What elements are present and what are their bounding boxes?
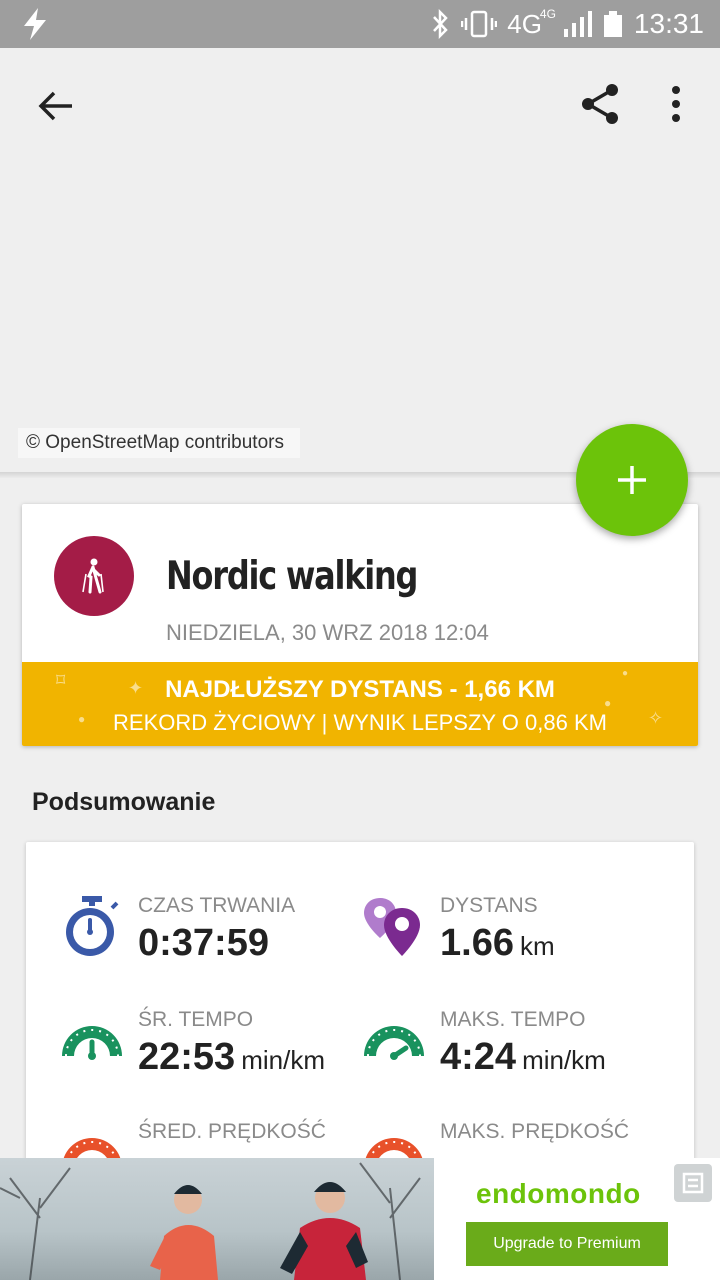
speedometer-icon	[62, 1026, 122, 1060]
location-pins-icon	[364, 898, 420, 956]
more-vert-icon[interactable]	[662, 82, 690, 126]
network-type: 4G 4G	[507, 6, 556, 39]
ad-choices-icon[interactable]	[674, 1164, 712, 1202]
stopwatch-icon	[66, 896, 119, 956]
activity-date: NIEDZIELA, 30 WRZ 2018 12:04	[166, 620, 489, 645]
flash-icon	[24, 8, 46, 40]
activity-title: Nordic walking	[166, 554, 418, 599]
ad-brand-logo[interactable]: endomondo	[476, 1178, 641, 1210]
share-icon[interactable]	[578, 82, 622, 126]
clock: 13:31	[633, 8, 704, 39]
ad-photo[interactable]	[0, 1158, 434, 1280]
speedometer-icon	[364, 1026, 424, 1060]
arrow-back-icon[interactable]	[34, 84, 78, 128]
vibrate-icon	[461, 10, 498, 38]
summary-card: CZAS TRWANIA 0:37:59 DYSTANS 1.66 km ŚR. …	[26, 842, 694, 1172]
activity-card: Nordic walking NIEDZIELA, 30 WRZ 2018 12…	[22, 504, 698, 746]
personal-record-banner[interactable]: ⌑ ✦ ● ● ● ✧ NAJDŁUŻSZY DYSTANS - 1,66 KM…	[22, 662, 698, 746]
battery-icon	[603, 11, 622, 37]
summary-heading: Podsumowanie	[32, 788, 216, 816]
record-detail: REKORD ŻYCIOWY | WYNIK LEPSZY O 0,86 KM	[113, 710, 607, 735]
add-fab-button[interactable]	[576, 424, 688, 536]
sport-badge	[54, 536, 134, 616]
bluetooth-icon	[433, 9, 448, 39]
signal-icon	[563, 11, 592, 37]
map-view[interactable]: © OpenStreetMap contributors	[0, 48, 720, 476]
ad-banner[interactable]: endomondo Upgrade to Premium	[0, 1158, 720, 1280]
ad-runners-image	[0, 1162, 421, 1280]
record-title: NAJDŁUŻSZY DYSTANS - 1,66 KM	[165, 676, 555, 703]
map-attribution[interactable]: © OpenStreetMap contributors	[18, 428, 300, 458]
nordic-walking-icon	[82, 558, 104, 594]
plus-icon	[618, 466, 646, 494]
status-bar: 4G 4G 13:31	[0, 0, 720, 48]
upgrade-premium-button[interactable]: Upgrade to Premium	[466, 1222, 668, 1266]
